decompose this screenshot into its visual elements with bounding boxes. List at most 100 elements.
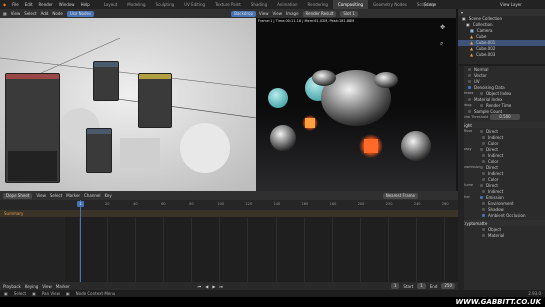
node-menu-select[interactable]: Select	[24, 11, 36, 16]
image-selector[interactable]: Render Result	[302, 10, 337, 17]
checkbox[interactable]	[480, 183, 483, 187]
workspace-tab[interactable]: Texture Paint	[210, 0, 246, 9]
checkbox[interactable]	[482, 171, 485, 175]
alpha-threshold-field[interactable]: 0.500	[490, 114, 520, 120]
mode-selector[interactable]: Dope Sheet	[3, 192, 33, 199]
checkbox[interactable]	[482, 207, 485, 211]
image-menu-view[interactable]: View	[259, 11, 269, 16]
checkbox[interactable]	[468, 73, 471, 77]
output-node[interactable]	[86, 128, 112, 173]
editor-type-icon[interactable]: ▦	[3, 11, 7, 16]
scene-selector[interactable]: Scene	[424, 0, 436, 9]
workspace-tab[interactable]: Rendering	[303, 0, 333, 9]
checkbox-checked[interactable]	[468, 85, 471, 89]
frame-tick-label: 60	[161, 202, 166, 206]
mix-node[interactable]	[93, 61, 119, 101]
dope-sheet-header: Dope Sheet View Select Marker Channel Ke…	[0, 191, 458, 200]
option-label: Indirect	[488, 152, 504, 158]
checkbox[interactable]	[480, 91, 483, 95]
use-nodes-toggle[interactable]: Use Nodes	[66, 10, 95, 17]
checkbox[interactable]	[480, 147, 483, 151]
jump-start-icon[interactable]: ⏮	[198, 284, 202, 289]
checkbox[interactable]	[482, 141, 485, 145]
pass-option[interactable]: Ambient Occlusion	[458, 212, 545, 218]
playhead[interactable]	[80, 200, 81, 282]
backdrop-toggle[interactable]: Backdrop	[231, 10, 256, 17]
start-label: Start	[403, 283, 414, 289]
checkbox[interactable]	[468, 67, 471, 71]
checkbox[interactable]	[482, 153, 485, 157]
view-layer-selector[interactable]: View Layer	[500, 0, 522, 9]
workspace-tab[interactable]: Sculpting	[151, 0, 180, 9]
menu-edit[interactable]: Edit	[22, 0, 36, 9]
frame-tick-line	[443, 217, 445, 282]
frame-tick-label: 180	[329, 202, 337, 206]
menu-help[interactable]: Help	[78, 0, 93, 9]
node-menu-view[interactable]: View	[11, 11, 21, 16]
checkbox[interactable]	[480, 165, 483, 169]
option-label: Object	[488, 226, 502, 232]
zoom-icon[interactable]: ⌕	[440, 40, 443, 48]
checkbox[interactable]	[482, 233, 485, 237]
checkbox[interactable]	[482, 201, 485, 205]
view-menu[interactable]: View	[42, 284, 52, 289]
checkbox[interactable]	[468, 97, 471, 101]
ds-menu-channel[interactable]: Channel	[84, 193, 100, 198]
checkbox[interactable]	[468, 79, 471, 83]
frame-tick-label: 260	[441, 202, 449, 206]
menu-render[interactable]: Render	[36, 0, 56, 9]
filter-icon[interactable]: ▾	[461, 10, 463, 15]
render-result-view[interactable]: Frame:1 | Time:00:11.18 | Mem:61.02M, Pe…	[256, 18, 456, 191]
render-layers-node[interactable]	[5, 73, 60, 183]
snap-mode-selector[interactable]: Nearest Frame	[382, 192, 418, 199]
keying-menu[interactable]: Keying	[25, 284, 38, 289]
workspace-tab[interactable]: Geometry Nodes	[368, 0, 412, 9]
play-icon[interactable]: ▶	[212, 284, 215, 289]
ds-menu-key[interactable]: Key	[104, 193, 111, 198]
checkbox[interactable]	[482, 189, 485, 193]
image-menu-view-2[interactable]: View	[273, 11, 283, 16]
workspace-tab-active[interactable]: Compositing	[332, 0, 369, 9]
marker-menu[interactable]: Marker	[56, 284, 70, 289]
node-menu-node[interactable]: Node	[52, 11, 62, 16]
checkbox-checked[interactable]	[480, 195, 483, 199]
current-frame-indicator[interactable]: 1	[77, 201, 84, 207]
blender-logo-icon[interactable]: ◆	[0, 0, 9, 9]
menu-file[interactable]: File	[9, 0, 22, 9]
node-menu-add[interactable]: Add	[41, 11, 49, 16]
ds-menu-marker[interactable]: Marker	[66, 193, 80, 198]
checkbox[interactable]	[482, 177, 485, 181]
image-menu-image[interactable]: Image	[286, 11, 299, 16]
workspace-tab[interactable]: Shading	[246, 0, 272, 9]
ds-menu-view[interactable]: View	[36, 193, 46, 198]
pan-icon[interactable]: ✥	[440, 24, 445, 31]
checkbox-checked[interactable]	[482, 213, 485, 217]
color-node[interactable]	[138, 73, 172, 128]
workspace-tab[interactable]: Layout	[99, 0, 123, 9]
checkbox[interactable]	[482, 159, 485, 163]
pass-option[interactable]: Material	[458, 232, 545, 238]
option-label: Vector	[474, 72, 487, 78]
frame-tick-label: 40	[133, 202, 138, 206]
checkbox[interactable]	[480, 129, 483, 133]
checkbox[interactable]	[482, 227, 485, 231]
start-frame-field[interactable]: 1	[417, 283, 426, 289]
playback-menu[interactable]: Playback	[3, 284, 21, 289]
current-frame-field[interactable]: 1	[390, 283, 400, 289]
timeline-ticks: 020406080100120140160180200220240260	[65, 200, 458, 282]
checkbox[interactable]	[468, 109, 471, 113]
menu-window[interactable]: Window	[56, 0, 78, 9]
checkbox[interactable]	[482, 135, 485, 139]
jump-end-icon[interactable]: ⏭	[219, 284, 223, 289]
end-frame-field[interactable]: 250	[441, 283, 455, 289]
slot-selector[interactable]: Slot 1	[340, 10, 358, 17]
workspace-tab[interactable]: UV Editing	[179, 0, 210, 9]
play-reverse-icon[interactable]: ◀	[205, 284, 208, 289]
ds-menu-select[interactable]: Select	[50, 193, 62, 198]
node-editor-area[interactable]	[0, 18, 256, 191]
checkbox[interactable]	[480, 103, 483, 107]
option-label: Color	[488, 158, 499, 164]
workspace-tab[interactable]: Animation	[272, 0, 302, 9]
outliner-item[interactable]: ▲ Cube.003	[458, 52, 545, 58]
workspace-tab[interactable]: Modeling	[122, 0, 150, 9]
